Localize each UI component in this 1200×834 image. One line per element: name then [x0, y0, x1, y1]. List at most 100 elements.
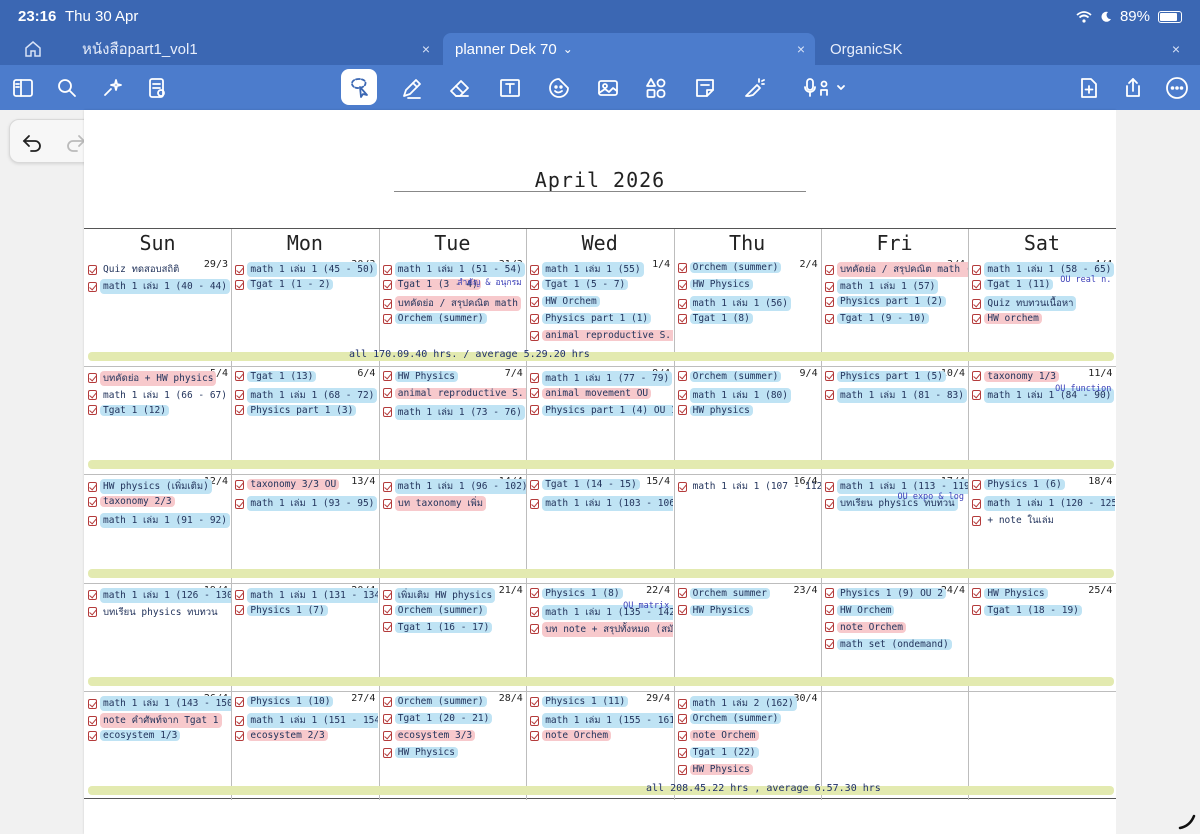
home-icon[interactable]: [24, 40, 42, 58]
checkbox-icon[interactable]: [677, 747, 687, 758]
day-cell[interactable]: 25/4 HW Physics Tgat 1 (18 - 19): [968, 583, 1115, 678]
checkbox-icon[interactable]: [235, 405, 245, 416]
checkbox-icon[interactable]: [972, 588, 982, 599]
checkbox-icon[interactable]: [972, 264, 982, 275]
checkbox-icon[interactable]: [235, 279, 245, 290]
day-cell[interactable]: 31/3math 1 เล่ม 1 (51 - 54)Tgat 1 (3 - 4…: [379, 257, 526, 352]
checkbox-icon[interactable]: [235, 390, 245, 401]
share-icon[interactable]: [1120, 75, 1146, 101]
chevron-down-icon[interactable]: ⌄: [563, 42, 573, 56]
eraser-icon[interactable]: [447, 75, 473, 101]
day-cell[interactable]: 5/4 บทคัดย่อ + HW physics math 1 เล่ม 1 (6…: [84, 366, 231, 461]
task-item[interactable]: note Orchem: [530, 730, 612, 742]
task-item[interactable]: math 1 เล่ม 1 (66 - 67): [88, 388, 230, 403]
task-item[interactable]: note คำศัพท์จาก Tgat 1: [88, 713, 222, 729]
day-cell[interactable]: 27/4 Physics 1 (10) math 1 เล่ม 1 (151 - 1…: [231, 691, 379, 786]
task-item[interactable]: math 1 เล่ม 1 (96 - 102): [382, 479, 526, 495]
task-item[interactable]: Physics 1 (7): [235, 604, 328, 616]
checkbox-icon[interactable]: [88, 405, 97, 416]
checkbox-icon[interactable]: [382, 481, 392, 492]
checkbox-icon[interactable]: [382, 407, 392, 418]
checkbox-icon[interactable]: [530, 313, 540, 324]
task-item[interactable]: math 1 เล่ม 1 (73 - 76): [382, 404, 525, 420]
add-page-icon[interactable]: [1076, 75, 1102, 101]
task-item[interactable]: Tgat 1 (13): [235, 370, 317, 382]
task-item[interactable]: math 1 เล่ม 1 (151 - 154): [235, 713, 379, 729]
checkbox-icon[interactable]: [382, 622, 392, 633]
checkbox-icon[interactable]: [972, 390, 982, 401]
task-item[interactable]: บท taxonomy เพิ่ม: [382, 496, 487, 512]
day-cell[interactable]: 4/4math 1 เล่ม 1 (58 - 65)Tgat 1 (11)Qui…: [968, 257, 1115, 352]
task-item[interactable]: math 1 เล่ม 1 (56): [677, 296, 791, 311]
task-item[interactable]: math 1 เล่ม 1 (120 - 125): [972, 496, 1116, 512]
checkbox-icon[interactable]: [677, 313, 687, 324]
task-item[interactable]: ecosystem 2/3: [235, 730, 328, 742]
day-cell[interactable]: 24/4 Physics 1 (9) OU 2 HW Orchem note Orch…: [821, 583, 968, 678]
checkbox-icon[interactable]: [825, 639, 834, 650]
checkbox-icon[interactable]: [677, 371, 687, 382]
checkbox-icon[interactable]: [530, 696, 540, 707]
task-item[interactable]: Orchem (summer): [382, 313, 487, 324]
task-item[interactable]: Orchem summer: [677, 587, 770, 599]
checkbox-icon[interactable]: [382, 371, 392, 382]
task-item[interactable]: Orchem (summer): [382, 604, 487, 616]
checkbox-icon[interactable]: [530, 279, 540, 290]
checkbox-icon[interactable]: [530, 479, 540, 490]
task-item[interactable]: math 1 เล่ม 1 (81 - 83): [825, 387, 968, 403]
lasso-icon[interactable]: [341, 69, 377, 105]
shapes-icon[interactable]: [643, 75, 669, 101]
checkbox-icon[interactable]: [382, 498, 392, 509]
checkbox-icon[interactable]: [382, 730, 392, 741]
planner-page[interactable]: April 2026 Sun Mon Tue Wed Thu Fri Sat 29/3 Quiz…: [84, 110, 1116, 834]
task-item[interactable]: Tgat 1 (5 - 7): [530, 279, 629, 290]
checkbox-icon[interactable]: [88, 698, 97, 709]
checkbox-icon[interactable]: [382, 313, 392, 324]
checkbox-icon[interactable]: [382, 696, 392, 707]
task-item[interactable]: HW orchem: [972, 313, 1042, 324]
task-item[interactable]: Physics part 1 (2): [825, 296, 946, 307]
task-item[interactable]: math 1 เล่ม 1 (77 - 79): [530, 370, 673, 386]
tab-organicsk[interactable]: OrganicSK ×: [818, 33, 1190, 65]
day-cell[interactable]: 19/4math 1 เล่ม 1 (126 - 130)บทเรียน phy…: [84, 583, 231, 678]
checkbox-icon[interactable]: [235, 715, 245, 726]
task-item[interactable]: taxonomy 2/3: [88, 496, 175, 508]
task-item[interactable]: math 1 เล่ม 1 (107 - 112): [677, 479, 821, 494]
checkbox-icon[interactable]: [382, 279, 392, 290]
day-cell[interactable]: 18/4 Physics 1 (6) math 1 เล่ม 1 (120 - 12…: [968, 474, 1116, 569]
checkbox-icon[interactable]: [530, 373, 540, 384]
day-cell[interactable]: 17/4math 1 เล่ม 1 (113 - 119)บทเรียน phy…: [821, 474, 968, 569]
task-item[interactable]: math 1 เล่ม 1 (91 - 92): [88, 513, 231, 529]
task-item[interactable]: Quiz ทดสอบสถิติ: [88, 262, 182, 277]
task-item[interactable]: บทคัดย่อ + HW physics: [88, 370, 217, 386]
task-item[interactable]: Physics 1 (6): [972, 479, 1065, 491]
day-cell[interactable]: 26/4math 1 เล่ม 1 (143 - 150)note คำศัพท…: [84, 691, 231, 786]
day-cell[interactable]: [968, 691, 1115, 786]
tab-planner[interactable]: planner Dek 70 ⌄ ×: [443, 33, 815, 65]
day-cell[interactable]: 14/4math 1 เล่ม 1 (96 - 102)บท taxonomy …: [379, 474, 526, 569]
undo-icon[interactable]: [20, 130, 44, 154]
checkbox-icon[interactable]: [530, 264, 540, 275]
image-icon[interactable]: [595, 75, 621, 101]
day-cell[interactable]: 28/4 Orchem (summer) Tgat 1 (20 - 21) ecosy…: [379, 691, 526, 786]
task-item[interactable]: Tgat 1 (12): [88, 404, 169, 416]
checkbox-icon[interactable]: [677, 713, 687, 724]
checkbox-icon[interactable]: [677, 698, 687, 709]
checkbox-icon[interactable]: [530, 405, 540, 416]
task-item[interactable]: Tgat 1 (18 - 19): [972, 604, 1082, 616]
checkbox-icon[interactable]: [88, 481, 97, 492]
checkbox-icon[interactable]: [382, 298, 392, 309]
day-cell[interactable]: 2/4 Orchem (summer) HW Physics math 1 เล่ม …: [674, 257, 821, 352]
checkbox-icon[interactable]: [677, 298, 687, 309]
task-item[interactable]: บทเรียน physics ทบทวน: [88, 605, 221, 620]
checkbox-icon[interactable]: [235, 590, 245, 601]
checkbox-icon[interactable]: [825, 281, 834, 292]
task-item[interactable]: animal reproductive S. 2/2 OU: [382, 387, 526, 399]
task-item[interactable]: เพิ่มเติม HW physics: [382, 587, 496, 603]
checkbox-icon[interactable]: [382, 747, 392, 758]
task-item[interactable]: math 1 เล่ม 1 (131 - 134): [235, 587, 379, 603]
task-item[interactable]: บท note + สรุปทั้งหมด (สมัยก่อน): [530, 621, 674, 637]
pen-icon[interactable]: [399, 75, 425, 101]
checkbox-icon[interactable]: [972, 279, 982, 290]
task-item[interactable]: animal reproductive S. 1/2: [530, 330, 674, 341]
page-curl-icon[interactable]: [1178, 812, 1196, 830]
